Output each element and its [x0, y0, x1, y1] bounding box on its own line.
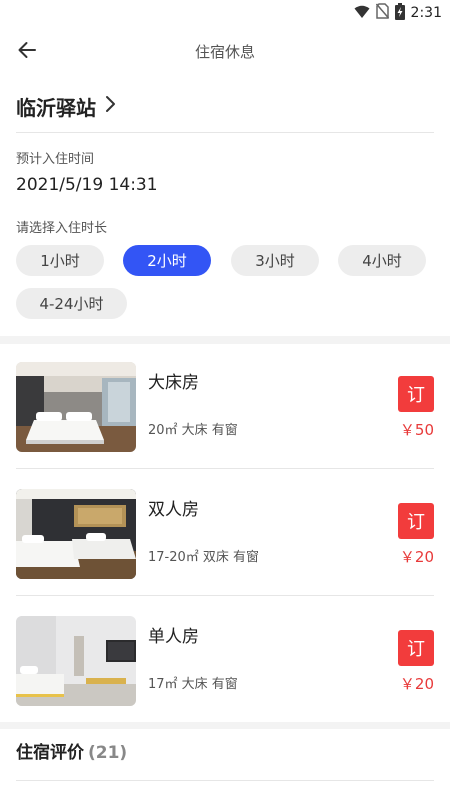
reviews-label: 住宿评价	[16, 743, 84, 763]
room-item-single[interactable]: 单人房 17㎡ 大床 有窗 订 ￥20	[0, 596, 450, 723]
book-button[interactable]: 订	[398, 503, 434, 539]
room-name: 单人房	[148, 627, 199, 647]
room-desc: 17㎡ 大床 有窗	[148, 677, 238, 692]
duration-option-3h[interactable]: 3小时	[231, 245, 319, 276]
room-photo-single	[16, 616, 136, 706]
status-bar: 2:31	[0, 0, 450, 26]
room-price: ￥50	[399, 421, 434, 439]
reviews-count: (21)	[88, 743, 128, 763]
section-separator	[0, 722, 450, 729]
room-desc: 20㎡ 大床 有窗	[148, 423, 238, 438]
duration-option-4-24h[interactable]: 4-24小时	[16, 288, 127, 319]
chevron-right-icon	[104, 95, 116, 117]
room-item-twin[interactable]: 双人房 17-20㎡ 双床 有窗 订 ￥20	[0, 469, 450, 596]
room-name: 大床房	[148, 373, 199, 393]
duration-label: 请选择入住时长	[16, 221, 108, 236]
checkin-label: 预计入住时间	[16, 152, 95, 167]
divider	[16, 132, 434, 133]
duration-option-4h[interactable]: 4小时	[338, 245, 426, 276]
duration-option-1h[interactable]: 1小时	[16, 245, 104, 276]
room-photo-twin	[16, 489, 136, 579]
app-bar: 住宿休息	[0, 26, 450, 78]
room-photo-king	[16, 362, 136, 452]
book-button[interactable]: 订	[398, 376, 434, 412]
battery-charging-icon	[394, 2, 405, 24]
reviews-header[interactable]: 住宿评价 (21)	[16, 738, 127, 763]
page-title: 住宿休息	[194, 43, 255, 61]
status-icons: 2:31	[354, 2, 442, 24]
book-button[interactable]: 订	[398, 630, 434, 666]
checkin-time[interactable]: 2021/5/19 14:31	[16, 175, 158, 195]
wifi-icon	[354, 4, 370, 23]
duration-option-2h[interactable]: 2小时	[123, 245, 211, 276]
no-sim-icon	[375, 3, 389, 23]
room-price: ￥20	[399, 675, 434, 693]
station-name: 临沂驿站	[16, 95, 96, 120]
room-desc: 17-20㎡ 双床 有窗	[148, 550, 260, 565]
room-price: ￥20	[399, 548, 434, 566]
status-time: 2:31	[410, 5, 442, 21]
divider	[16, 780, 434, 781]
room-item-king[interactable]: 大床房 20㎡ 大床 有窗 订 ￥50	[0, 342, 450, 469]
station-selector[interactable]: 临沂驿站	[16, 90, 116, 122]
room-name: 双人房	[148, 500, 199, 520]
